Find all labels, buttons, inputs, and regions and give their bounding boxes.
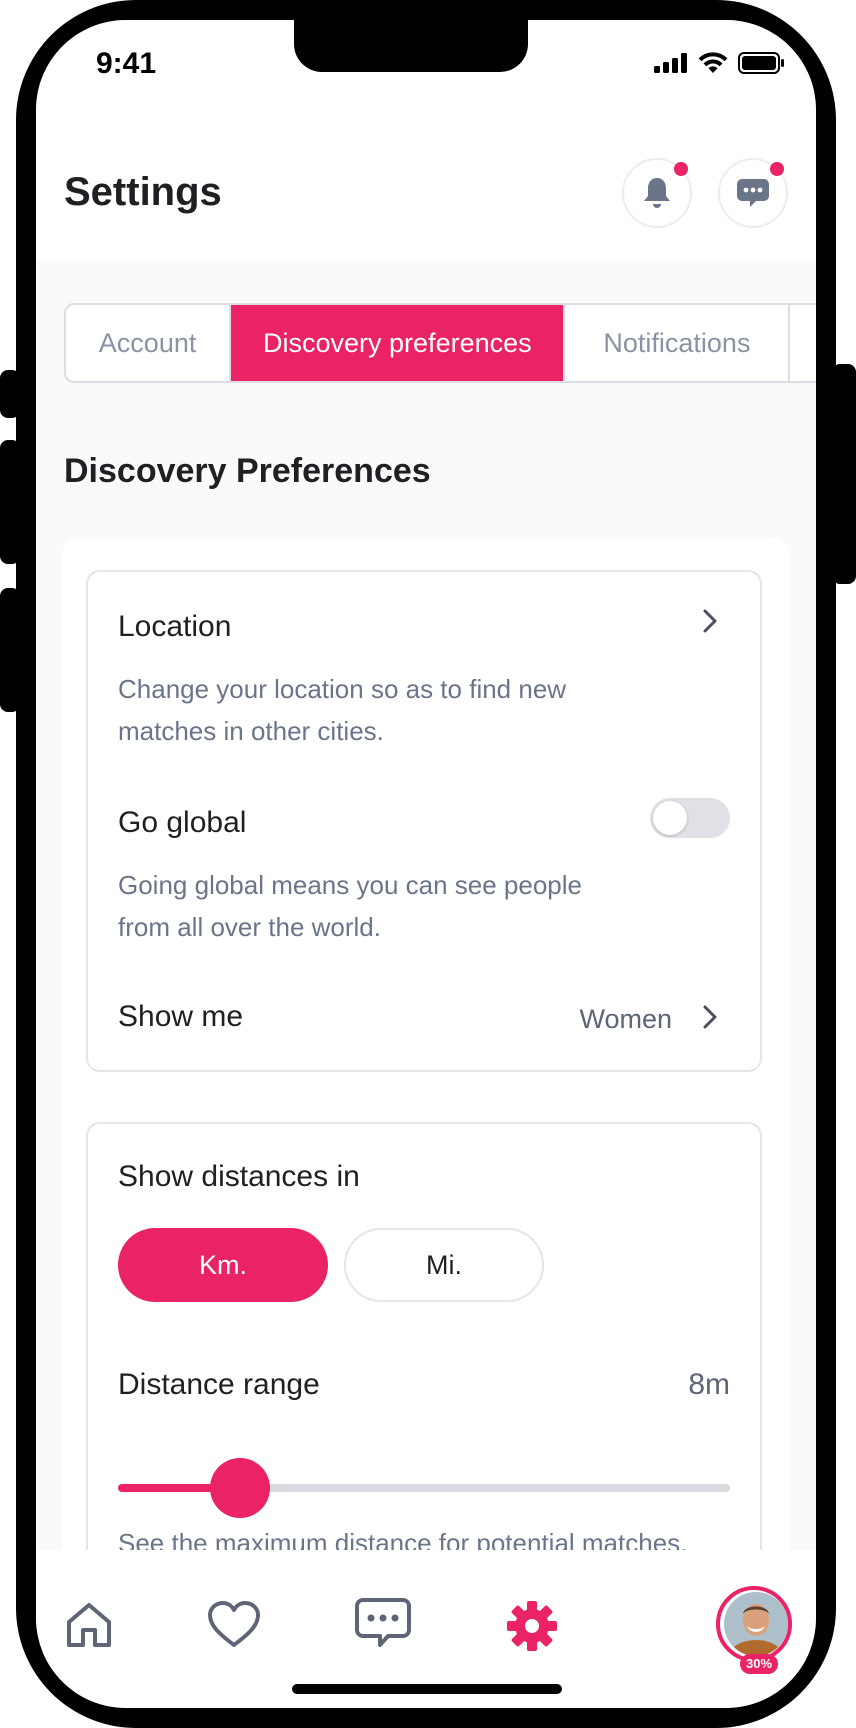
mute-switch [0,370,20,418]
profile-avatar-button[interactable]: 30% [716,1586,792,1674]
km-label: Km. [198,1249,247,1280]
chevron-right-icon [703,609,717,633]
location-card: Location Change your location so as to f… [86,570,762,1072]
tab-account[interactable]: Account [66,305,232,381]
header: Settings [36,100,816,260]
notifications-button[interactable] [622,158,692,228]
message-icon [737,179,769,207]
tab-discovery-label: Discovery preferences [263,327,532,358]
settings-icon[interactable] [506,1600,558,1652]
profile-completion-badge: 30% [740,1654,779,1674]
distance-slider[interactable] [118,1458,730,1518]
status-icons [654,52,784,74]
tab-discovery-preferences[interactable]: Discovery preferences [231,305,566,381]
messages-button[interactable] [718,158,788,228]
go-global-description: Going global means you can see people fr… [118,870,582,942]
toggle-knob [653,801,687,835]
go-global-title: Go global [118,806,247,839]
page-title: Settings [64,170,222,214]
tab-more[interactable] [790,305,816,381]
settings-tabs: Account Discovery preferences Notificati… [64,303,816,383]
km-button[interactable]: Km. [118,1228,328,1302]
avatar-photo [724,1592,788,1656]
tab-notifications[interactable]: Notifications [565,305,791,381]
distance-units-title: Show distances in [118,1160,360,1193]
show-me-value: Women [579,1004,672,1034]
volume-down-button [0,588,20,712]
signal-icon [654,53,687,73]
mi-label: Mi. [426,1249,462,1280]
tab-account-label: Account [98,327,197,358]
chat-icon[interactable] [354,1596,412,1650]
distance-range-title: Distance range [118,1368,320,1401]
location-description: Change your location so as to find new m… [118,674,567,746]
section-title: Discovery Preferences [64,452,431,490]
bell-icon [644,178,670,208]
volume-up-button [0,440,20,564]
location-row[interactable]: Location Change your location so as to f… [88,572,760,750]
avatar [724,1592,788,1656]
status-time: 9:41 [96,47,157,80]
slider-thumb[interactable] [210,1458,271,1518]
distance-range-value: 8m [688,1368,730,1401]
notch [294,20,528,72]
notification-dot [674,162,688,176]
screen: 9:41 Settings Account Discovery preferen… [36,20,816,1708]
tab-notifications-label: Notifications [603,327,751,358]
message-dot [770,162,784,176]
home-icon[interactable] [64,1600,114,1650]
battery-icon [738,52,784,74]
heart-icon[interactable] [206,1600,262,1650]
show-me-label: Show me [118,1000,244,1033]
show-me-row[interactable]: Show me Women [88,972,760,1072]
home-indicator [292,1684,562,1694]
mi-button[interactable]: Mi. [344,1228,544,1302]
power-button [832,364,856,584]
go-global-toggle[interactable] [650,798,730,838]
chevron-right-icon [703,1005,717,1029]
location-title: Location [118,610,232,643]
wifi-icon [698,52,728,73]
